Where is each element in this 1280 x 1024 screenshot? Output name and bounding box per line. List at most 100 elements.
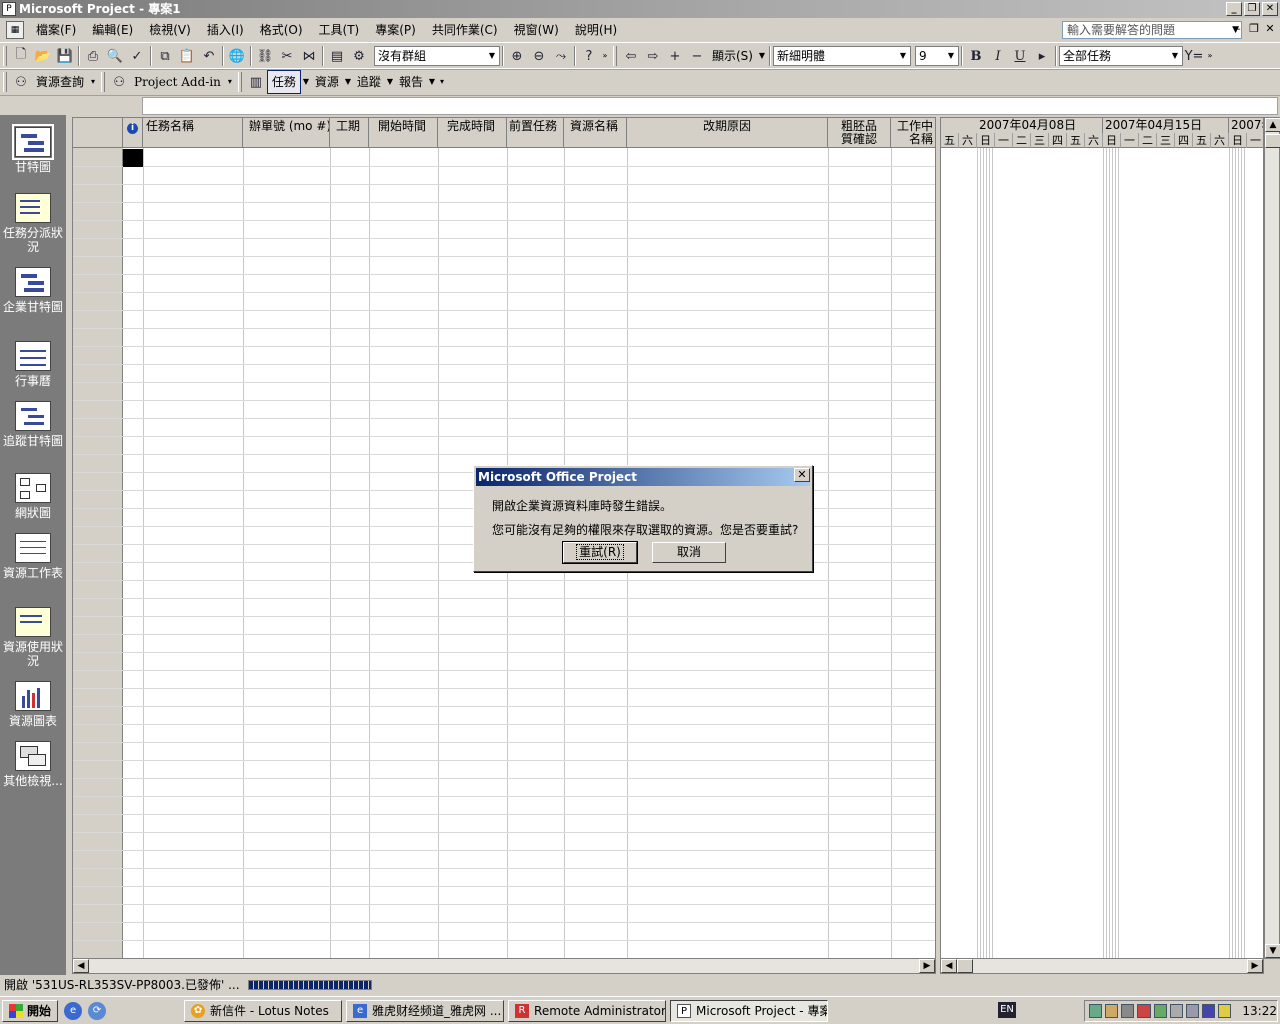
toolbar-grip[interactable] (3, 72, 7, 92)
row-header[interactable] (73, 725, 123, 743)
taskbar-yahoo-finance[interactable]: e 雅虎财经频道_雅虎网 ... (346, 999, 505, 1022)
chevron-down-icon[interactable]: ▼ (485, 47, 499, 65)
row-header[interactable] (73, 455, 123, 473)
entry-bar[interactable] (142, 97, 1278, 115)
toolbar-options-icon[interactable]: » (600, 45, 610, 67)
row-header[interactable] (73, 617, 123, 635)
chevron-down-icon[interactable]: ▼ (301, 71, 311, 93)
toolbar-grip[interactable] (3, 46, 7, 66)
row-header[interactable] (73, 167, 123, 185)
row-header[interactable] (73, 905, 123, 923)
row-header[interactable] (73, 383, 123, 401)
hide-subtasks-icon[interactable]: − (686, 45, 708, 67)
chevron-down-icon[interactable]: ▼ (757, 45, 767, 67)
link-tasks-icon[interactable]: ⛓ (254, 45, 276, 67)
restore-button[interactable]: ❐ (1244, 2, 1260, 16)
view-resource-graph[interactable]: 資源圖表 (2, 681, 64, 728)
language-indicator[interactable]: EN (998, 1002, 1016, 1018)
toolbar-options-icon[interactable]: ▾ (437, 71, 447, 93)
assign-resources-icon[interactable]: ⚙ (348, 45, 370, 67)
scroll-down-icon[interactable]: ▼ (1265, 944, 1280, 958)
hyperlink-globe-icon[interactable]: 🌐 (226, 45, 248, 67)
row-header[interactable] (73, 185, 123, 203)
row-header[interactable] (73, 599, 123, 617)
cancel-button[interactable]: 取消 (652, 542, 726, 563)
dialog-close-icon[interactable]: ✕ (794, 468, 810, 482)
internet-explorer-icon[interactable]: e (64, 1001, 83, 1020)
col-order-number[interactable]: 辦單號 (mo #) (243, 118, 330, 148)
paste-icon[interactable]: 📋 (176, 45, 198, 67)
view-resource-sheet[interactable]: 資源工作表 (2, 533, 64, 580)
row-header[interactable] (73, 653, 123, 671)
chevron-down-icon[interactable]: ▼ (343, 71, 353, 93)
chevron-down-icon[interactable]: ▼ (427, 71, 437, 93)
col-duration[interactable]: 工期 (330, 118, 369, 148)
underline-button[interactable]: U (1009, 45, 1031, 67)
menu-format[interactable]: 格式(O) (252, 19, 311, 41)
tray-app-icon[interactable] (1169, 1004, 1183, 1018)
row-header[interactable] (73, 707, 123, 725)
row-header[interactable] (73, 887, 123, 905)
menu-project[interactable]: 專案(P) (367, 19, 424, 41)
chevron-down-icon[interactable]: ▼ (385, 71, 395, 93)
indent-icon[interactable]: ⇨ (642, 45, 664, 67)
menu-collaborate[interactable]: 共同作業(C) (424, 19, 506, 41)
row-header[interactable] (73, 239, 123, 257)
scroll-thumb[interactable] (957, 959, 973, 973)
tray-app-icon[interactable] (1105, 1004, 1119, 1018)
quick-launch-icon[interactable]: ⟳ (88, 1001, 107, 1020)
autofilter-icon[interactable]: Y= (1183, 45, 1205, 67)
active-cell[interactable] (123, 149, 143, 167)
col-blank-quality-check[interactable]: 粗胚品質確認 (828, 118, 891, 148)
row-header[interactable] (73, 419, 123, 437)
col-finish[interactable]: 完成時間 (438, 118, 507, 148)
volume-icon[interactable] (1121, 1004, 1135, 1018)
doc-minimize-icon[interactable]: – (1232, 22, 1244, 36)
col-resource-names[interactable]: 資源名稱 (564, 118, 627, 148)
menu-view[interactable]: 檢視(V) (141, 19, 199, 41)
gantt-horizontal-scrollbar[interactable]: ◀ ▶ (940, 958, 1264, 974)
view-gantt-chart[interactable]: 甘特圖 (2, 124, 64, 174)
play-arrow-icon[interactable]: ▸ (1031, 45, 1053, 67)
taskbar-remote-admin[interactable]: R Remote Administrator - ... (508, 999, 667, 1022)
row-header[interactable] (73, 851, 123, 869)
row-header[interactable] (73, 509, 123, 527)
new-icon[interactable]: 🗋 (10, 45, 32, 67)
col-predecessors[interactable]: 前置任務 (507, 118, 564, 148)
toolbar-options-icon[interactable]: ▾ (88, 71, 98, 93)
undo-icon[interactable]: ↶ (198, 45, 220, 67)
user-icon[interactable] (1153, 1004, 1167, 1018)
task-information-icon[interactable]: ▤ (326, 45, 348, 67)
unlink-tasks-icon[interactable]: ✂ (276, 45, 298, 67)
taskbar-lotus-notes[interactable]: ✿ 新信件 - Lotus Notes (184, 999, 343, 1022)
row-header[interactable] (73, 815, 123, 833)
row-header[interactable] (73, 329, 123, 347)
row-header[interactable] (73, 275, 123, 293)
zoom-out-icon[interactable]: ⊖ (528, 45, 550, 67)
row-header[interactable] (73, 761, 123, 779)
report-guide-button[interactable]: 報告 (395, 71, 427, 93)
row-header[interactable] (73, 923, 123, 941)
group-combo[interactable]: 沒有群組 ▼ (374, 46, 500, 66)
scroll-left-icon[interactable]: ◀ (941, 959, 957, 973)
tray-app-icon[interactable] (1202, 1004, 1216, 1018)
menu-help[interactable]: 說明(H) (567, 19, 625, 41)
col-start[interactable]: 開始時間 (369, 118, 438, 148)
row-header[interactable] (73, 941, 123, 958)
resource-guide-button[interactable]: 資源 (311, 71, 343, 93)
print-preview-icon[interactable]: 🔍 (104, 45, 126, 67)
row-header[interactable] (73, 671, 123, 689)
row-header[interactable] (73, 743, 123, 761)
indicators-header[interactable]: i (123, 118, 143, 148)
table-horizontal-scrollbar[interactable]: ◀ ▶ (72, 958, 936, 974)
row-header[interactable] (73, 311, 123, 329)
print-icon[interactable]: ⎙ (82, 45, 104, 67)
save-icon[interactable]: 💾 (54, 45, 76, 67)
ask-question-box[interactable]: 輸入需要解答的問題 ▼ (1062, 21, 1242, 39)
chevron-down-icon[interactable]: ▼ (943, 47, 958, 65)
row-header[interactable] (73, 491, 123, 509)
view-tracking-gantt[interactable]: 追蹤甘特圖 (2, 401, 64, 448)
font-size-combo[interactable]: 9 ▼ (914, 46, 959, 66)
select-all-corner[interactable] (73, 118, 123, 148)
row-header[interactable] (73, 869, 123, 887)
